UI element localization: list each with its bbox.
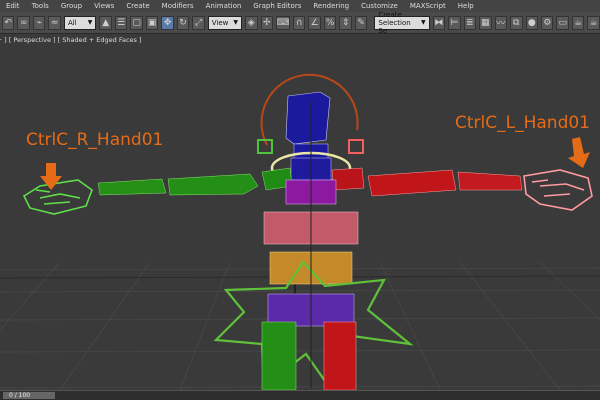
percent-snap-icon[interactable]: % bbox=[323, 15, 337, 30]
time-slider-track[interactable]: 0 / 100 bbox=[0, 390, 600, 400]
named-selection-dropdown[interactable]: Create Selection Se ▼ bbox=[374, 11, 430, 35]
selection-filter-value: All bbox=[67, 18, 77, 27]
edit-named-selection-icon[interactable]: ✎ bbox=[354, 15, 368, 30]
window-crossing-icon[interactable]: ▣ bbox=[145, 15, 159, 30]
menu-modifiers[interactable]: Modifiers bbox=[156, 2, 200, 10]
unlink-icon[interactable]: ⌁ bbox=[32, 15, 46, 30]
chevron-down-icon: ▼ bbox=[87, 19, 93, 26]
material-editor-icon[interactable]: ● bbox=[525, 15, 538, 30]
reference-coordinate-dropdown[interactable]: View ▼ bbox=[207, 15, 243, 30]
viewport-label[interactable]: [ + ] [ Perspective ] [ Shaded + Edged F… bbox=[0, 35, 142, 45]
spinner-snap-icon[interactable]: ⇕ bbox=[339, 15, 352, 30]
menu-bar: Edit Tools Group Views Create Modifiers … bbox=[0, 0, 600, 12]
callout-left-hand: CtrlC_L_Hand01 bbox=[455, 113, 590, 133]
time-slider[interactable]: 0 / 100 bbox=[3, 392, 55, 399]
rendered-frame-window-icon[interactable]: ▭ bbox=[556, 15, 569, 30]
schematic-view-icon[interactable]: ⧉ bbox=[510, 15, 523, 30]
graphite-toolbar-icon[interactable]: ▦ bbox=[479, 15, 492, 30]
named-selection-placeholder: Create Selection Se bbox=[378, 10, 411, 35]
chevron-down-icon: ▼ bbox=[233, 19, 239, 26]
render-production-icon[interactable]: ☕ bbox=[571, 15, 585, 30]
chevron-down-icon: ▼ bbox=[420, 19, 426, 26]
menu-help[interactable]: Help bbox=[452, 2, 480, 10]
manipulate-icon[interactable]: ✢ bbox=[260, 15, 273, 30]
callout-right-hand: CtrlC_R_Hand01 bbox=[26, 130, 164, 150]
snaps-toggle-icon[interactable]: ∩ bbox=[292, 15, 306, 30]
select-by-name-icon[interactable]: ☰ bbox=[114, 15, 128, 30]
keyboard-shortcut-icon[interactable]: ⌨ bbox=[275, 15, 290, 30]
r-forearm-bone bbox=[167, 173, 259, 196]
arrow-down-icon bbox=[568, 137, 590, 168]
rectangular-selection-icon[interactable]: ▢ bbox=[130, 15, 143, 30]
render-iterative-icon[interactable]: ☕ bbox=[587, 15, 600, 30]
select-object-icon[interactable]: ▲ bbox=[99, 15, 112, 30]
mirror-icon[interactable]: ⧓ bbox=[432, 15, 446, 30]
menu-group[interactable]: Group bbox=[55, 2, 88, 10]
r-thigh-bone bbox=[261, 321, 297, 390]
menu-edit[interactable]: Edit bbox=[0, 2, 26, 10]
viewport-scene bbox=[0, 73, 600, 390]
ctrl-l-clavicle bbox=[348, 139, 364, 154]
pivot-center-icon[interactable]: ◈ bbox=[245, 15, 258, 30]
render-setup-icon[interactable]: ⚙ bbox=[540, 15, 554, 30]
align-icon[interactable]: ⊨ bbox=[448, 15, 461, 30]
l-hand-control bbox=[523, 169, 593, 211]
l-forearm-bone bbox=[367, 169, 457, 197]
link-icon[interactable]: ∞ bbox=[17, 15, 30, 30]
main-toolbar: ↶ ∞ ⌁ ≈ All ▼ ▲ ☰ ▢ ▣ ✥ ↻ ⤢ View ▼ ◈ ✢ ⌨ ∩… bbox=[0, 11, 600, 35]
select-and-rotate-icon[interactable]: ↻ bbox=[176, 15, 190, 30]
angle-snap-icon[interactable]: ∠ bbox=[308, 15, 321, 30]
head-bone bbox=[285, 91, 331, 145]
undo-icon[interactable]: ↶ bbox=[2, 15, 15, 30]
menu-graph-editors[interactable]: Graph Editors bbox=[247, 2, 307, 10]
reference-coordinate-value: View bbox=[211, 18, 229, 27]
r-hand-control bbox=[22, 179, 93, 215]
curve-editor-icon[interactable]: 〰 bbox=[494, 15, 508, 30]
layer-manager-icon[interactable]: ≣ bbox=[463, 15, 477, 30]
bind-space-warp-icon[interactable]: ≈ bbox=[48, 15, 61, 30]
menu-animation[interactable]: Animation bbox=[200, 2, 248, 10]
l-upper-arm-bone bbox=[331, 167, 365, 191]
selection-filter-dropdown[interactable]: All ▼ bbox=[63, 15, 97, 30]
menu-create[interactable]: Create bbox=[120, 2, 155, 10]
perspective-viewport[interactable]: CtrlC_R_Hand01 CtrlC_L_Hand01 bbox=[0, 45, 600, 390]
r-elbow-bone bbox=[97, 178, 167, 196]
menu-customize[interactable]: Customize bbox=[355, 2, 404, 10]
select-and-move-icon[interactable]: ✥ bbox=[161, 15, 174, 30]
l-thigh-bone bbox=[323, 321, 357, 390]
menu-maxscript[interactable]: MAXScript bbox=[404, 2, 452, 10]
menu-views[interactable]: Views bbox=[88, 2, 120, 10]
select-and-scale-icon[interactable]: ⤢ bbox=[192, 15, 205, 30]
menu-rendering[interactable]: Rendering bbox=[307, 2, 355, 10]
l-elbow-bone bbox=[457, 171, 523, 191]
menu-tools[interactable]: Tools bbox=[26, 2, 55, 10]
